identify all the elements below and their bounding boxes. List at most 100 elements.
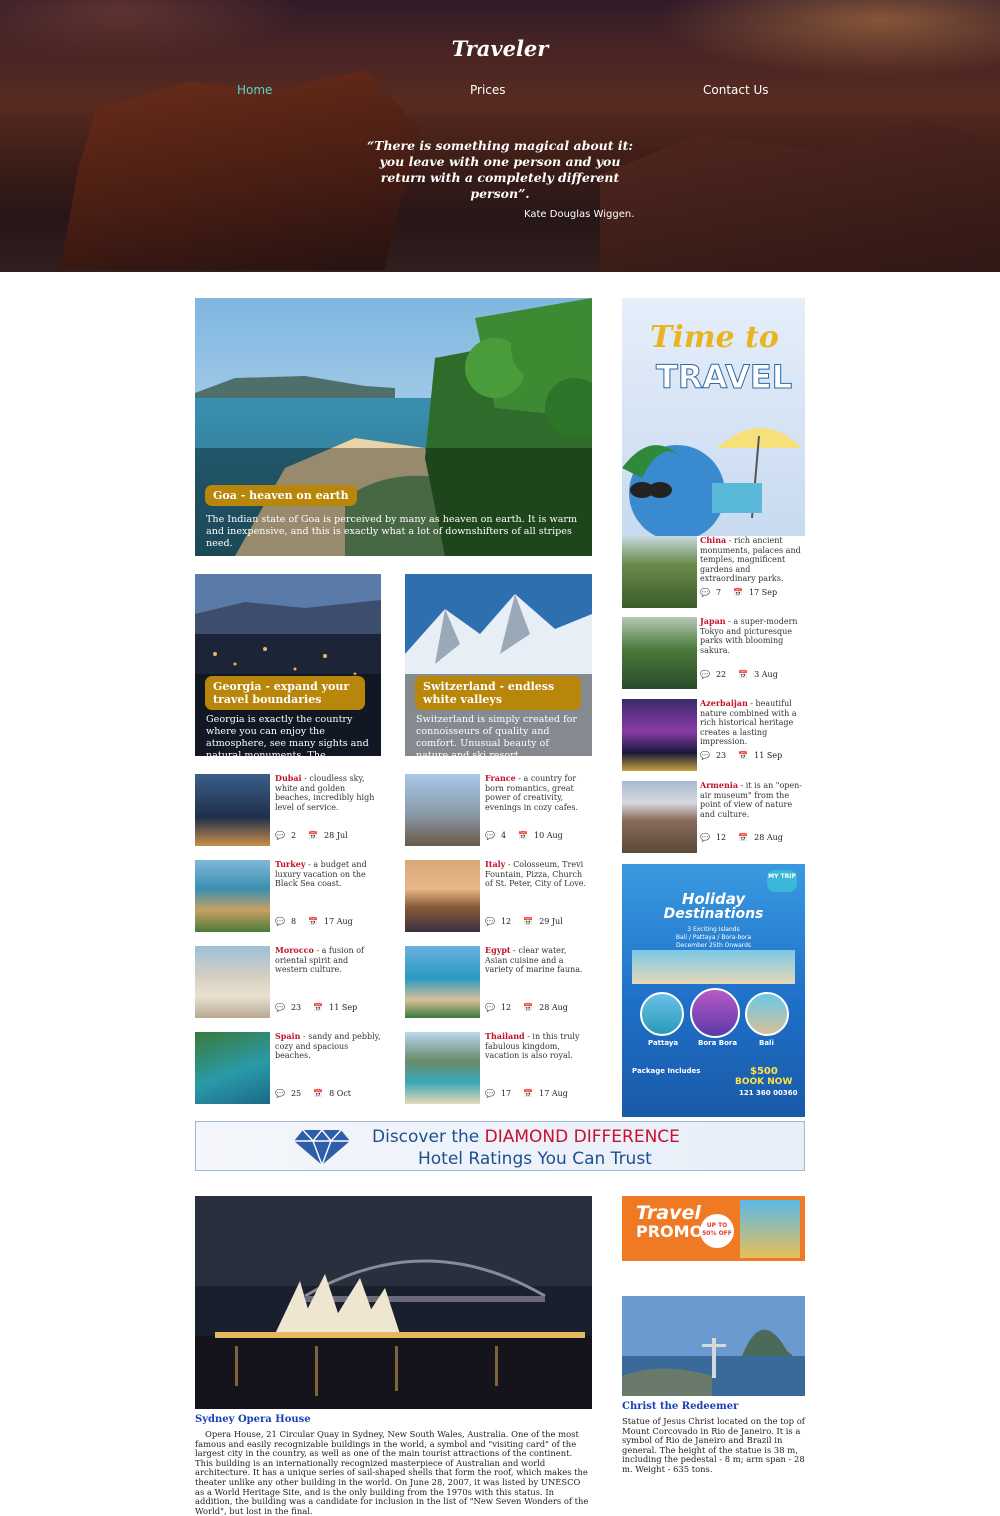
item-meta: 💬 4 📅 10 Aug	[485, 831, 563, 840]
comment-icon: 💬	[275, 917, 285, 926]
armenia-image	[622, 781, 697, 853]
card-switzerland[interactable]: Switzerland - endless white valleys Swit…	[405, 574, 592, 756]
destination-link[interactable]: France	[485, 773, 516, 783]
travel-illustration	[622, 428, 802, 536]
list-item[interactable]: Thailand - in this truly fabulous kingdo…	[405, 1031, 595, 1104]
calendar-icon: 📅	[733, 588, 744, 597]
destination-link[interactable]: Turkey	[275, 859, 306, 869]
item-meta: 💬 7 📅 17 Sep	[700, 588, 778, 597]
card-georgia[interactable]: Georgia - expand your travel boundaries …	[195, 574, 381, 756]
ad-time-to-travel[interactable]: Time to TRAVEL	[622, 298, 805, 536]
item-meta: 💬 25 📅 8 Oct	[275, 1089, 352, 1098]
card-description: Switzerland is simply created for connoi…	[416, 714, 577, 756]
calendar-icon: 📅	[313, 1089, 324, 1098]
card-description: Georgia is exactly the country where you…	[206, 714, 369, 756]
comment-icon: 💬	[485, 1003, 495, 1012]
item-meta: 💬 8 📅 17 Aug	[275, 917, 353, 926]
calendar-icon: 📅	[308, 917, 319, 926]
nav-home[interactable]: Home	[237, 83, 272, 97]
list-item[interactable]: Italy - Colosseum, Trevi Fountain, Pizza…	[405, 859, 595, 932]
featured-card-goa[interactable]: Goa - heaven on earth The Indian state o…	[195, 298, 592, 556]
card-description: The Indian state of Goa is perceived by …	[206, 514, 578, 549]
comment-icon: 💬	[275, 1089, 285, 1098]
destination-link[interactable]: Azerbaijan	[700, 698, 748, 708]
card-title[interactable]: Georgia - expand your travel boundaries	[205, 676, 365, 710]
comment-icon: 💬	[275, 831, 285, 840]
item-meta: 💬 17 📅 17 Aug	[485, 1089, 568, 1098]
list-item[interactable]: Armenia - it is an "open-air museum" fro…	[622, 780, 805, 853]
thailand-image	[405, 1032, 480, 1104]
redeemer-title[interactable]: Christ the Redeemer	[622, 1401, 738, 1412]
destination-link[interactable]: Thailand	[485, 1031, 525, 1041]
italy-image	[405, 860, 480, 932]
calendar-icon: 📅	[738, 833, 749, 842]
calendar-icon: 📅	[738, 670, 749, 679]
redeemer-image[interactable]	[622, 1296, 805, 1396]
item-meta: 💬 23 📅 11 Sep	[275, 1003, 358, 1012]
site-logo[interactable]: Traveler	[0, 36, 1000, 61]
destination-link[interactable]: Japan	[700, 616, 726, 626]
item-meta: 💬 12 📅 28 Aug	[700, 833, 783, 842]
sydney-title[interactable]: Sydney Opera House	[195, 1414, 311, 1425]
quote-author: Kate Douglas Wiggen.	[524, 209, 635, 220]
destination-link[interactable]: Armenia	[700, 780, 738, 790]
destination-link[interactable]: Egypt	[485, 945, 511, 955]
calendar-icon: 📅	[518, 831, 529, 840]
azerbaijan-image	[622, 699, 697, 771]
item-meta: 💬 23 📅 11 Sep	[700, 751, 783, 760]
redeemer-text: Statue of Jesus Christ located on the to…	[622, 1416, 805, 1474]
card-title[interactable]: Switzerland - endless white valleys	[415, 676, 581, 710]
list-item[interactable]: Morocco - a fusion of oriental spirit an…	[195, 945, 385, 1018]
diamond-icon	[294, 1128, 350, 1166]
turkey-image	[195, 860, 270, 932]
comment-icon: 💬	[485, 917, 495, 926]
comment-icon: 💬	[700, 588, 710, 597]
ad-diamond-banner[interactable]: Discover the DIAMOND DIFFERENCE Hotel Ra…	[195, 1121, 805, 1171]
list-item[interactable]: Dubai - cloudless sky, white and golden …	[195, 773, 385, 846]
nav-contact[interactable]: Contact Us	[703, 83, 769, 97]
japan-image	[622, 617, 697, 689]
landmarks-illustration	[740, 1200, 800, 1258]
list-item[interactable]: Japan - a super-modern Tokyo and picture…	[622, 616, 805, 689]
sydney-image[interactable]	[195, 1196, 592, 1409]
item-meta: 💬 22 📅 3 Aug	[700, 670, 778, 679]
comment-icon: 💬	[485, 1089, 495, 1098]
calendar-icon: 📅	[523, 1003, 534, 1012]
list-item[interactable]: France - a country for born romantics, g…	[405, 773, 595, 846]
hero-header: Traveler Home Prices Contact Us “There i…	[0, 0, 1000, 272]
item-meta: 💬 12 📅 29 Jul	[485, 917, 563, 926]
nav-prices[interactable]: Prices	[470, 83, 506, 97]
calendar-icon: 📅	[523, 1089, 534, 1098]
item-meta: 💬 2 📅 28 Jul	[275, 831, 348, 840]
dubai-image	[195, 774, 270, 846]
card-title[interactable]: Goa - heaven on earth	[205, 485, 357, 506]
comment-icon: 💬	[700, 833, 710, 842]
spain-image	[195, 1032, 270, 1104]
destination-link[interactable]: Morocco	[275, 945, 314, 955]
egypt-image	[405, 946, 480, 1018]
list-item[interactable]: Turkey - a budget and luxury vacation on…	[195, 859, 385, 932]
calendar-icon: 📅	[523, 917, 534, 926]
discount-badge: UP TO 50% OFF	[700, 1214, 734, 1248]
comment-icon: 💬	[700, 670, 710, 679]
china-image	[622, 536, 697, 608]
mytrip-badge: MY TRIP	[767, 870, 797, 892]
destination-link[interactable]: Spain	[275, 1031, 300, 1041]
hero-quote: “There is something magical about it: yo…	[366, 138, 634, 201]
destination-link[interactable]: Italy	[485, 859, 505, 869]
list-item[interactable]: Azerbaijan - beautiful nature combined w…	[622, 698, 805, 771]
morocco-image	[195, 946, 270, 1018]
destination-link[interactable]: China	[700, 535, 726, 545]
sydney-text: Opera House, 21 Circular Quay in Sydney,…	[195, 1429, 589, 1516]
list-item[interactable]: Spain - sandy and pebbly, cozy and spaci…	[195, 1031, 385, 1104]
destination-link[interactable]: Dubai	[275, 773, 302, 783]
ad-travel-promo[interactable]: Travel PROMO UP TO 50% OFF	[622, 1196, 805, 1261]
comment-icon: 💬	[275, 1003, 285, 1012]
book-now-button[interactable]: BOOK NOW	[735, 1077, 792, 1087]
list-item[interactable]: Egypt - clear water, Asian cuisine and a…	[405, 945, 595, 1018]
calendar-icon: 📅	[313, 1003, 324, 1012]
ad-holiday-destinations[interactable]: MY TRIP Holiday Destinations 3 Exciting …	[622, 864, 805, 1117]
list-item[interactable]: China - rich ancient monuments, palaces …	[622, 535, 805, 608]
calendar-icon: 📅	[308, 831, 319, 840]
comment-icon: 💬	[485, 831, 495, 840]
